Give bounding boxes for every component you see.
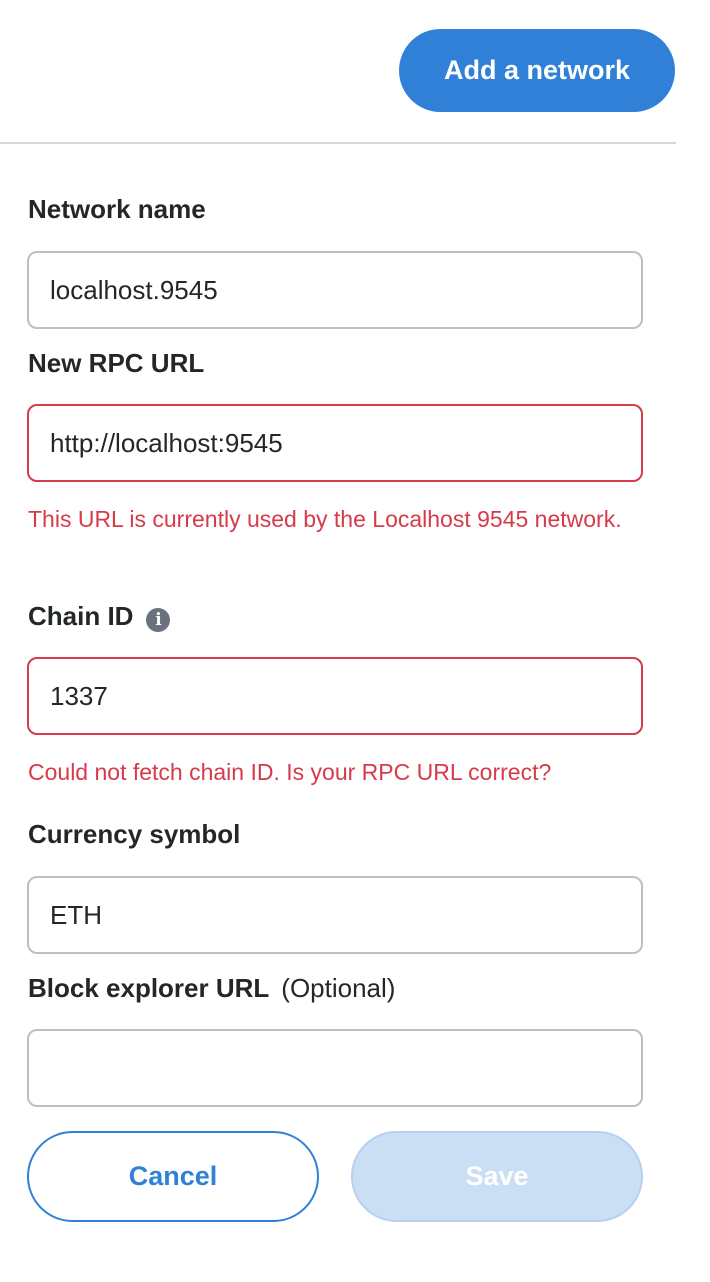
add-network-button[interactable]: Add a network	[399, 29, 675, 112]
header: Add a network	[0, 0, 676, 144]
chain-id-label: Chain ID i	[28, 601, 171, 632]
rpc-url-label-text: New RPC URL	[28, 348, 205, 378]
block-explorer-label-text: Block explorer URL	[28, 973, 270, 1003]
currency-symbol-label-text: Currency symbol	[28, 819, 241, 849]
rpc-url-input[interactable]	[27, 404, 643, 482]
currency-symbol-input[interactable]	[27, 876, 643, 954]
network-name-label-text: Network name	[28, 194, 206, 224]
network-name-input[interactable]	[27, 251, 643, 329]
network-name-label: Network name	[28, 194, 206, 225]
add-network-page: Add a network Network name New RPC URL T…	[0, 0, 710, 1282]
currency-symbol-label: Currency symbol	[28, 819, 240, 850]
cancel-button[interactable]: Cancel	[27, 1131, 319, 1222]
save-button[interactable]: Save	[351, 1131, 643, 1222]
rpc-url-error: This URL is currently used by the Localh…	[28, 506, 622, 532]
rpc-url-label: New RPC URL	[28, 348, 204, 379]
block-explorer-label: Block explorer URL (Optional)	[28, 973, 395, 1004]
optional-tag: (Optional)	[281, 973, 396, 1003]
chain-id-label-text: Chain ID	[28, 601, 134, 631]
info-icon[interactable]: i	[146, 607, 171, 632]
chain-id-input[interactable]	[27, 657, 643, 735]
chain-id-error: Could not fetch chain ID. Is your RPC UR…	[28, 759, 552, 785]
block-explorer-input[interactable]	[27, 1029, 643, 1107]
